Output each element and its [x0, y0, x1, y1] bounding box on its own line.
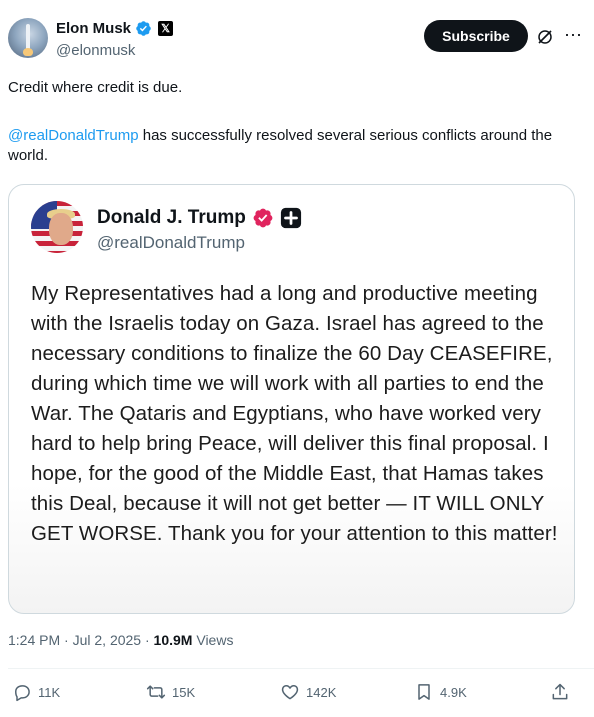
post-date[interactable]: Jul 2, 2025	[73, 632, 142, 648]
heart-icon	[281, 685, 299, 700]
more-options-icon[interactable]: ⋯	[564, 26, 584, 46]
like-count: 142K	[306, 684, 337, 700]
share-icon	[552, 683, 568, 700]
quoted-post-card[interactable]: Donald J. Trump @realDonaldTrump My Repr…	[8, 184, 575, 614]
plus-badge-icon	[280, 207, 301, 229]
grok-icon[interactable]	[536, 28, 554, 46]
quoted-name-row: Donald J. Trump	[97, 207, 302, 229]
tweet-text: Credit where credit is due. @realDonaldT…	[8, 78, 578, 166]
meta-separator-2: ·	[141, 632, 154, 648]
bookmark-count: 4.9K	[440, 684, 467, 700]
repost-button[interactable]: 15K	[146, 676, 195, 708]
action-bar: 11K 15K 142K 4.9K	[0, 676, 594, 708]
subscribe-button[interactable]: Subscribe	[424, 20, 528, 52]
quoted-author-avatar[interactable]	[31, 201, 83, 253]
quoted-post-body: My Representatives had a long and produc…	[31, 282, 558, 545]
tweet-header: Elon Musk 𝕏 @elonmusk Subscribe ⋯	[8, 18, 594, 62]
author-avatar[interactable]	[8, 18, 48, 58]
reply-count: 11K	[38, 684, 61, 700]
reply-button[interactable]: 11K	[12, 676, 60, 708]
avatar-face	[49, 213, 73, 245]
repost-icon	[146, 685, 166, 699]
views-label: Views	[192, 632, 234, 648]
x-affiliate-icon: 𝕏	[158, 21, 174, 36]
rocket-flame	[23, 48, 33, 56]
post-time[interactable]: 1:24 PM	[8, 632, 60, 648]
mention-link[interactable]: @realDonaldTrump	[8, 127, 139, 144]
post-metadata: 1:24 PM · Jul 2, 2025 · 10.9M Views	[8, 632, 233, 648]
quoted-display-name[interactable]: Donald J. Trump	[97, 207, 246, 229]
tweet-line-1: Credit where credit is due.	[8, 79, 183, 96]
meta-separator: ·	[60, 632, 73, 648]
author-name-row: Elon Musk 𝕏	[56, 20, 174, 37]
author-display-name[interactable]: Elon Musk	[56, 20, 131, 37]
like-button[interactable]: 142K	[280, 676, 336, 708]
quoted-handle[interactable]: @realDonaldTrump	[97, 233, 245, 253]
tweet-line-2: @realDonaldTrump has successfully resolv…	[8, 126, 578, 166]
verified-badge-icon	[136, 21, 151, 36]
author-handle[interactable]: @elonmusk	[56, 42, 135, 59]
verified-badge-pink-icon	[253, 208, 273, 228]
repost-count: 15K	[172, 684, 196, 700]
reply-icon	[15, 685, 30, 702]
bookmark-icon	[418, 684, 430, 700]
bookmark-button[interactable]: 4.9K	[414, 676, 467, 708]
divider	[8, 668, 594, 669]
views-count: 10.9M	[153, 632, 193, 648]
share-button[interactable]	[550, 676, 570, 708]
